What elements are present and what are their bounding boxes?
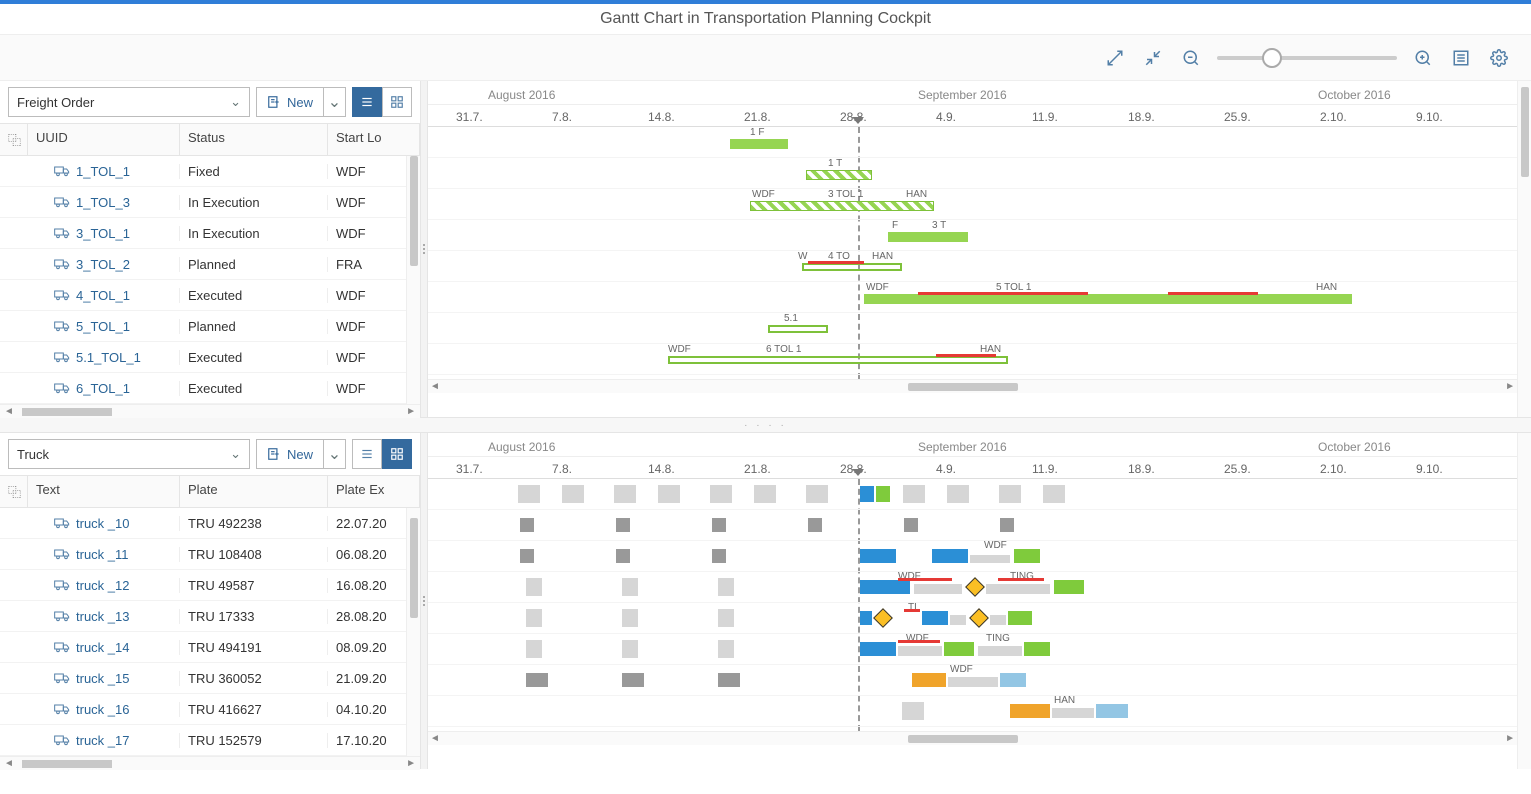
vscroll-gantt-top[interactable] (1521, 87, 1529, 177)
vscroll-bottom[interactable] (410, 518, 418, 618)
bar-freight-4[interactable] (888, 232, 968, 242)
bar-truck12-b[interactable] (932, 549, 968, 563)
zoom-in-icon[interactable] (1411, 46, 1435, 70)
hscroll-thumb-bottom-left[interactable] (22, 760, 112, 768)
view-grid-button-top[interactable] (382, 87, 412, 117)
type-dropdown-top[interactable]: Freight Order ⌄ (8, 87, 250, 117)
row-link[interactable]: 5.1_TOL_1 (76, 350, 141, 365)
row-link[interactable]: 1_TOL_3 (76, 195, 130, 210)
table-row[interactable]: 5.1_TOL_1ExecutedWDF (0, 342, 406, 373)
bar-truck14-a[interactable] (860, 611, 872, 625)
col-text[interactable]: Text (28, 476, 180, 507)
bar-truck12-a[interactable] (860, 549, 896, 563)
table-row[interactable]: truck _14TRU 49419108.09.20 (0, 632, 406, 663)
zoom-out-icon[interactable] (1179, 46, 1203, 70)
bar-freight-2[interactable] (806, 170, 872, 180)
row-link[interactable]: truck _15 (76, 671, 129, 686)
table-row[interactable]: 3_TOL_2PlannedFRA (0, 249, 406, 280)
collapse-icon[interactable] (1141, 46, 1165, 70)
table-row[interactable]: 6_TOL_1ExecutedWDF (0, 373, 406, 404)
bar-truck12-c[interactable] (1014, 549, 1040, 563)
table-row[interactable]: 1_TOL_1FixedWDF (0, 156, 406, 187)
view-grid-button-bottom[interactable] (382, 439, 412, 469)
chevron-down-icon: ⌄ (230, 94, 241, 110)
column-splitter-bottom[interactable] (420, 433, 428, 769)
bar-truck17-b[interactable] (1096, 704, 1128, 718)
table-row[interactable]: truck _11TRU 10840806.08.20 (0, 539, 406, 570)
col-status[interactable]: Status (180, 124, 328, 155)
bar-truck15-b[interactable] (944, 642, 974, 656)
bar-truck16-a[interactable] (912, 673, 946, 687)
horizontal-splitter[interactable]: · · · · (0, 417, 1531, 433)
new-button-bottom[interactable]: New (256, 439, 324, 469)
zoom-slider[interactable] (1217, 56, 1397, 60)
bar-freight-8[interactable] (668, 356, 1008, 364)
hscroll-thumb-top-left[interactable] (22, 408, 112, 416)
col-expand-icon[interactable]: ⿻ (0, 476, 28, 507)
bar-freight-1[interactable] (730, 139, 788, 149)
bar-truck10-a[interactable] (860, 486, 874, 502)
row-link[interactable]: truck _13 (76, 609, 129, 624)
hscroll-thumb-gantt-bottom[interactable] (908, 735, 1018, 743)
bar-truck14-c[interactable] (1008, 611, 1032, 625)
diamond-icon[interactable] (969, 608, 989, 628)
col-start[interactable]: Start Lo (328, 124, 420, 155)
row-link[interactable]: 6_TOL_1 (76, 381, 130, 396)
row-link[interactable]: truck _12 (76, 578, 129, 593)
new-button-top[interactable]: New (256, 87, 324, 117)
bar-truck15-c[interactable] (1024, 642, 1050, 656)
bar-freight-3[interactable] (750, 201, 934, 211)
hscroll-thumb-gantt-top[interactable] (908, 383, 1018, 391)
col-uuid[interactable]: UUID (28, 124, 180, 155)
bar-freight-6[interactable] (864, 294, 1352, 304)
vscroll-top[interactable] (410, 156, 418, 266)
new-button-caret-top[interactable]: ⌄ (324, 87, 346, 117)
view-list-button-top[interactable] (352, 87, 382, 117)
chevron-down-icon: ⌄ (230, 446, 241, 462)
table-row[interactable]: truck _17TRU 15257917.10.20 (0, 725, 406, 756)
col-plate-exp[interactable]: Plate Ex (328, 476, 420, 507)
bar-freight-5[interactable] (802, 263, 902, 271)
diamond-icon[interactable] (965, 577, 985, 597)
legend-icon[interactable] (1449, 46, 1473, 70)
bar-truck15-a[interactable] (860, 642, 896, 656)
row-link[interactable]: 1_TOL_1 (76, 164, 130, 179)
expand-in-icon[interactable] (1103, 46, 1127, 70)
row-link[interactable]: truck _14 (76, 640, 129, 655)
table-row[interactable]: truck _12TRU 4958716.08.20 (0, 570, 406, 601)
column-splitter-top[interactable] (420, 81, 428, 417)
table-row[interactable]: 4_TOL_1ExecutedWDF (0, 280, 406, 311)
row-link[interactable]: 3_TOL_2 (76, 257, 130, 272)
settings-icon[interactable] (1487, 46, 1511, 70)
table-row[interactable]: 3_TOL_1In ExecutionWDF (0, 218, 406, 249)
row-link[interactable]: truck _16 (76, 702, 129, 717)
row-link[interactable]: truck _17 (76, 733, 129, 748)
bar-truck14-b[interactable] (922, 611, 948, 625)
bar-truck17-a[interactable] (1010, 704, 1050, 718)
bar-truck13-a[interactable] (860, 580, 910, 594)
table-row[interactable]: truck _16TRU 41662704.10.20 (0, 694, 406, 725)
bar-freight-7[interactable] (768, 325, 828, 333)
row-link[interactable]: 5_TOL_1 (76, 319, 130, 334)
table-row[interactable]: truck _10TRU 49223822.07.20 (0, 508, 406, 539)
row-link[interactable]: truck _10 (76, 516, 129, 531)
table-row[interactable]: truck _13TRU 1733328.08.20 (0, 601, 406, 632)
table-row[interactable]: 5_TOL_1PlannedWDF (0, 311, 406, 342)
type-dropdown-bottom[interactable]: Truck ⌄ (8, 439, 250, 469)
row-link[interactable]: 4_TOL_1 (76, 288, 130, 303)
col-plate[interactable]: Plate (180, 476, 328, 507)
view-list-button-bottom[interactable] (352, 439, 382, 469)
diamond-icon[interactable] (873, 608, 893, 628)
page-title: Gantt Chart in Transportation Planning C… (0, 4, 1531, 35)
global-toolbar (0, 35, 1531, 81)
row-link[interactable]: 3_TOL_1 (76, 226, 130, 241)
bar-truck13-b[interactable] (1054, 580, 1084, 594)
row-link[interactable]: truck _11 (76, 547, 129, 562)
table-row[interactable]: truck _15TRU 36005221.09.20 (0, 663, 406, 694)
bar-truck10-b[interactable] (876, 486, 890, 502)
new-button-caret-bottom[interactable]: ⌄ (324, 439, 346, 469)
col-expand-icon[interactable]: ⿻ (0, 124, 28, 155)
table-row[interactable]: 1_TOL_3In ExecutionWDF (0, 187, 406, 218)
bar-truck16-b[interactable] (1000, 673, 1026, 687)
